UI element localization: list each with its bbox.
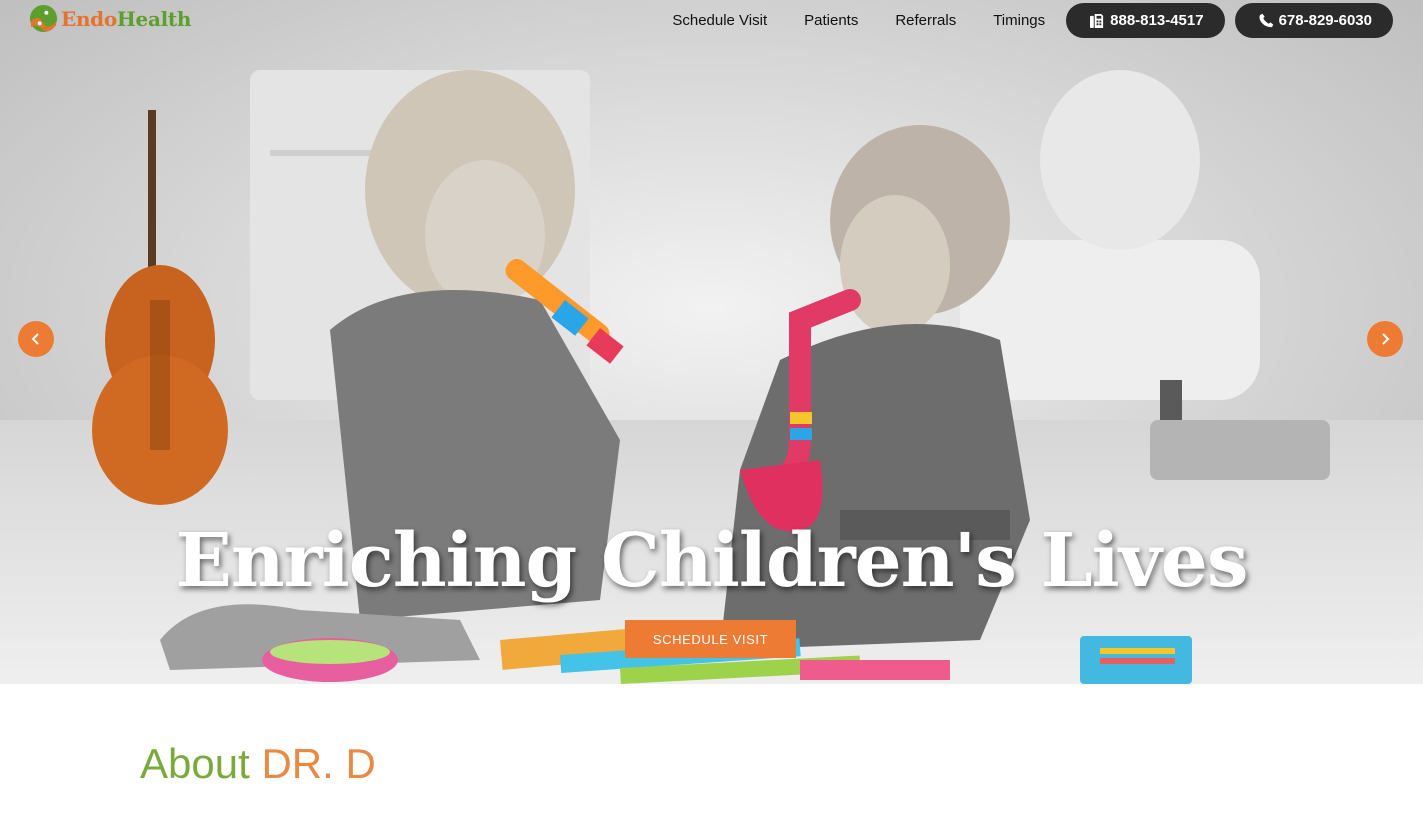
schedule-visit-button[interactable]: SCHEDULE VISIT [625, 620, 796, 658]
phone-button[interactable]: 678-829-6030 [1234, 3, 1393, 38]
nav-link-referrals[interactable]: Referrals [895, 12, 956, 29]
phone-number: 678-829-6030 [1278, 12, 1372, 29]
about-title-part2: DR. D [261, 740, 376, 787]
fax-icon [1090, 13, 1104, 28]
site-logo-text: EndoHealth [61, 7, 191, 31]
brand-name-part1: Endo [61, 6, 117, 31]
fax-button[interactable]: 888-813-4517 [1066, 3, 1225, 38]
fax-number: 888-813-4517 [1110, 12, 1204, 29]
site-logo[interactable]: EndoHealth [29, 4, 191, 33]
chevron-left-icon [31, 333, 39, 345]
about-title-part1: About [140, 740, 262, 787]
slider-prev-button[interactable] [18, 321, 54, 357]
phone-icon [1259, 13, 1273, 28]
nav-link-timings[interactable]: Timings [993, 12, 1045, 29]
nav-link-schedule-visit[interactable]: Schedule Visit [672, 12, 767, 29]
about-section-title: About DR. D [140, 740, 376, 788]
nav-link-patients[interactable]: Patients [804, 12, 858, 29]
main-nav: Schedule Visit Patients Referrals Timing… [672, 3, 1393, 38]
brand-name-part2: Health [116, 6, 192, 31]
slider-next-button[interactable] [1367, 321, 1403, 357]
hero-headline: Enriching Children's Lives [175, 518, 1248, 604]
chevron-right-icon [1382, 333, 1390, 345]
site-header: EndoHealth Schedule Visit Patients Refer… [0, 0, 1423, 40]
leaf-globe-icon [29, 4, 58, 33]
